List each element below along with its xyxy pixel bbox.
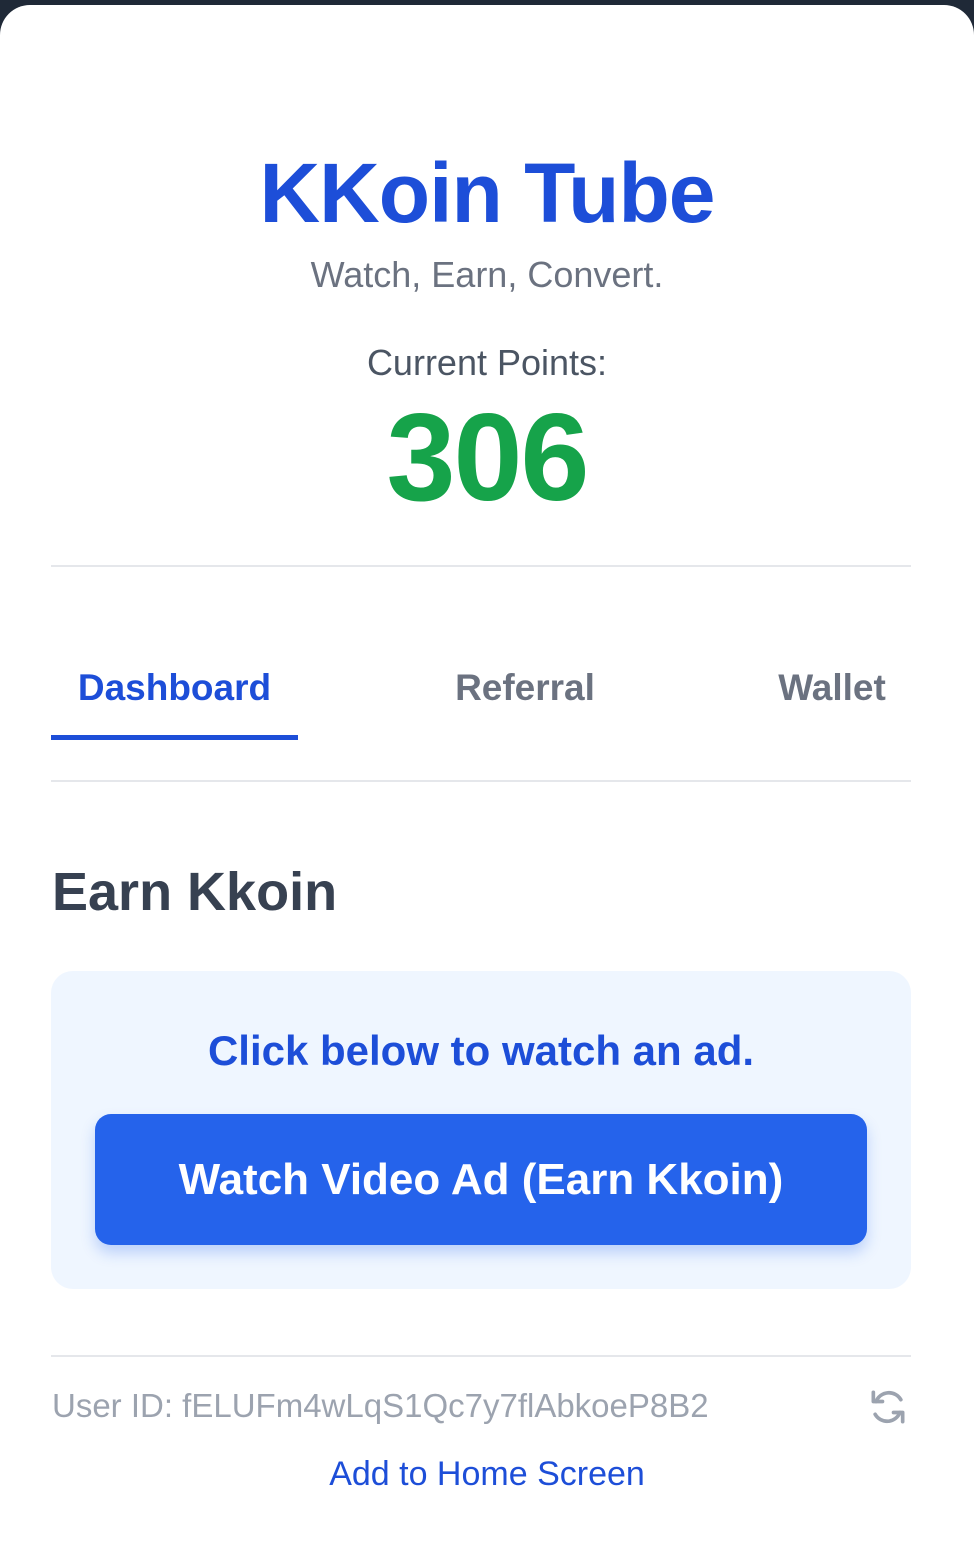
active-tab-indicator xyxy=(51,735,298,740)
add-to-home-screen-link[interactable]: Add to Home Screen xyxy=(0,1451,974,1497)
points-value: 306 xyxy=(386,389,590,527)
app-title: KKoin Tube xyxy=(259,146,715,240)
tab-wallet[interactable]: Wallet xyxy=(742,660,922,740)
tab-referral[interactable]: Referral xyxy=(400,660,650,740)
refresh-icon[interactable] xyxy=(866,1385,910,1429)
watch-video-ad-button[interactable]: Watch Video Ad (Earn Kkoin) xyxy=(95,1114,867,1245)
points-label: Current Points: xyxy=(366,342,608,383)
tab-dashboard[interactable]: Dashboard xyxy=(51,660,298,740)
header-divider xyxy=(51,565,911,567)
tabs-divider xyxy=(51,780,911,782)
app-subtitle: Watch, Earn, Convert. xyxy=(310,254,664,295)
earn-prompt: Click below to watch an ad. xyxy=(207,1027,755,1074)
footer-divider xyxy=(51,1355,911,1357)
earn-section-title: Earn Kkoin xyxy=(52,862,338,922)
app-card: KKoin Tube Watch, Earn, Convert. Current… xyxy=(0,5,974,1561)
earn-panel: Click below to watch an ad. Watch Video … xyxy=(51,971,911,1289)
user-id-text: User ID: fELUFm4wLqS1Qc7y7flAbkoeP8B2 xyxy=(52,1387,709,1424)
